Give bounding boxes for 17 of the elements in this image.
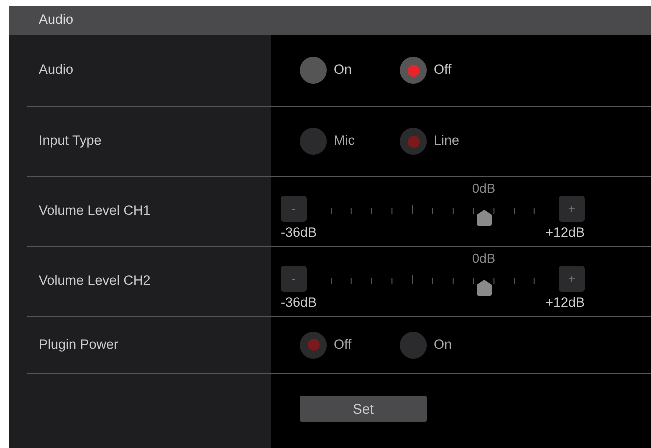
setting-label: Volume Level CH2 xyxy=(38,272,152,290)
max-label: +12dB xyxy=(546,224,585,242)
radio-button[interactable] xyxy=(300,57,327,84)
set-button[interactable]: Set xyxy=(300,396,427,422)
min-label: -36dB xyxy=(281,294,318,312)
setting-label: Audio xyxy=(38,61,75,80)
scale-label: 0dB xyxy=(472,180,496,198)
setting-label: Input Type xyxy=(38,132,103,150)
setting-label: Plugin Power xyxy=(38,336,120,354)
max-label: +12dB xyxy=(546,294,585,312)
setting-label: Volume Level CH1 xyxy=(38,202,152,220)
section-title: Audio xyxy=(39,11,74,30)
radio-option[interactable]: Off xyxy=(400,57,500,84)
radio-option[interactable]: On xyxy=(300,57,400,84)
scale-label: 0dB xyxy=(472,250,496,268)
radio-button[interactable] xyxy=(400,57,427,84)
min-label: -36dB xyxy=(281,224,318,242)
